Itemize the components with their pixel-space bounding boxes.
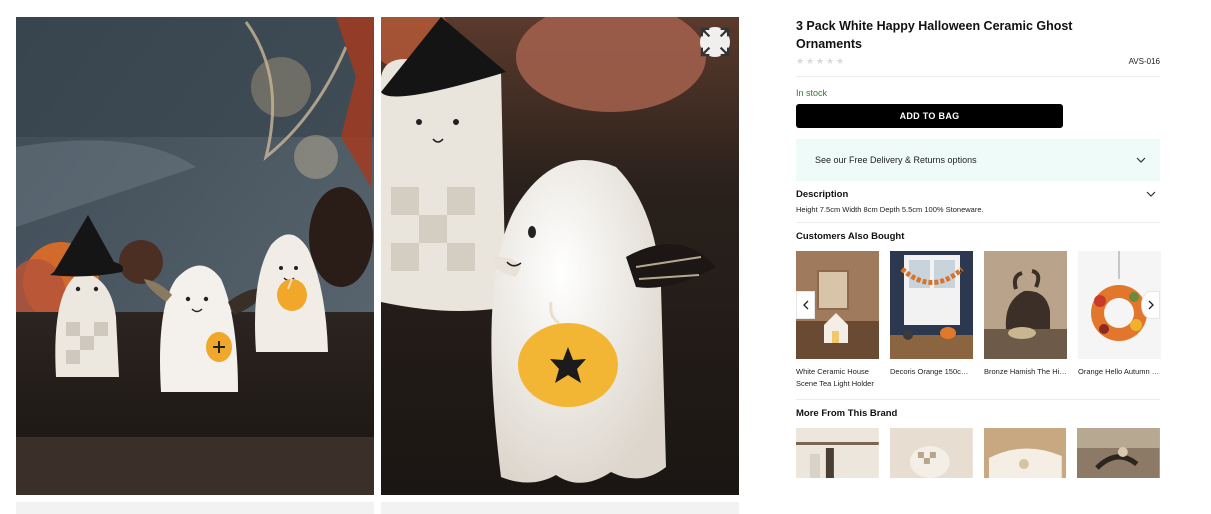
also-bought-carousel: White Ceramic House Scene Tea Light Hold… bbox=[796, 251, 1161, 397]
product-card[interactable]: Decoris Orange 150cm Velvet Pumpkin and … bbox=[890, 251, 973, 390]
product-card-name: Orange Hello Autumn Felt Pumpkin Hanging… bbox=[1078, 367, 1161, 376]
product-info-panel: 3 Pack White Happy Halloween Ceramic Gho… bbox=[796, 17, 1161, 478]
also-bought-title: Customers Also Bought bbox=[796, 231, 905, 242]
add-to-bag-button[interactable]: ADD TO BAG bbox=[796, 104, 1063, 128]
star-icon: ★ bbox=[806, 56, 815, 66]
chevron-left-icon bbox=[802, 300, 808, 310]
star-icon: ★ bbox=[836, 56, 845, 66]
divider bbox=[796, 76, 1160, 77]
ghosts-image bbox=[16, 17, 374, 495]
stock-status: In stock bbox=[796, 88, 828, 98]
description-title: Description bbox=[796, 188, 849, 200]
gallery-next-row-left bbox=[16, 502, 374, 514]
product-card-name: Bronze Hamish The Highland Cow Tea Light… bbox=[984, 367, 1067, 376]
brand-product-image[interactable] bbox=[1077, 428, 1160, 478]
description-toggle[interactable]: Description bbox=[796, 188, 1160, 200]
product-gallery bbox=[16, 17, 739, 514]
expand-image-button[interactable] bbox=[700, 27, 730, 57]
divider bbox=[796, 399, 1160, 400]
rating-row: ★ ★ ★ ★ ★ AVS-016 bbox=[796, 55, 1160, 67]
delivery-returns-text: See our Free Delivery & Returns options bbox=[815, 155, 977, 165]
chevron-down-icon bbox=[1146, 191, 1156, 197]
product-photo-single-ghost[interactable] bbox=[381, 17, 739, 495]
divider bbox=[796, 222, 1160, 223]
more-from-brand-row bbox=[796, 428, 1160, 478]
brand-product-image[interactable] bbox=[889, 428, 973, 478]
carousel-next-button[interactable] bbox=[1141, 291, 1160, 319]
brand-product-image[interactable] bbox=[983, 428, 1067, 478]
chevron-right-icon bbox=[1148, 300, 1154, 310]
product-photo-three-ghosts[interactable] bbox=[16, 17, 374, 495]
rating-stars[interactable]: ★ ★ ★ ★ ★ bbox=[796, 56, 845, 66]
product-sku: AVS-016 bbox=[1128, 56, 1160, 66]
product-card[interactable]: White Ceramic House Scene Tea Light Hold… bbox=[796, 251, 879, 390]
product-card-image bbox=[984, 251, 1067, 359]
product-title: 3 Pack White Happy Halloween Ceramic Gho… bbox=[796, 19, 1073, 51]
expand-icon bbox=[700, 27, 730, 57]
star-icon: ★ bbox=[826, 56, 835, 66]
description-text: Height 7.5cm Width 8cm Depth 5.5cm 100% … bbox=[796, 205, 984, 214]
product-card-image bbox=[890, 251, 973, 359]
gallery-next-row-right bbox=[381, 502, 739, 514]
also-bought-cards: White Ceramic House Scene Tea Light Hold… bbox=[796, 251, 1161, 390]
carousel-prev-button[interactable] bbox=[796, 291, 815, 319]
brand-product-image[interactable] bbox=[796, 428, 879, 478]
star-icon: ★ bbox=[816, 56, 825, 66]
more-from-brand-title: More From This Brand bbox=[796, 408, 898, 419]
product-card-name: Decoris Orange 150cm Velvet Pumpkin and … bbox=[890, 367, 973, 376]
chevron-down-icon bbox=[1136, 157, 1146, 163]
star-icon: ★ bbox=[796, 56, 805, 66]
product-card[interactable]: Bronze Hamish The Highland Cow Tea Light… bbox=[984, 251, 1067, 390]
delivery-returns-accordion[interactable]: See our Free Delivery & Returns options bbox=[796, 139, 1160, 181]
ghost-closeup-image bbox=[381, 17, 739, 495]
product-card[interactable]: Orange Hello Autumn Felt Pumpkin Hanging… bbox=[1078, 251, 1161, 390]
product-card-name: White Ceramic House Scene Tea Light Hold… bbox=[796, 367, 874, 388]
